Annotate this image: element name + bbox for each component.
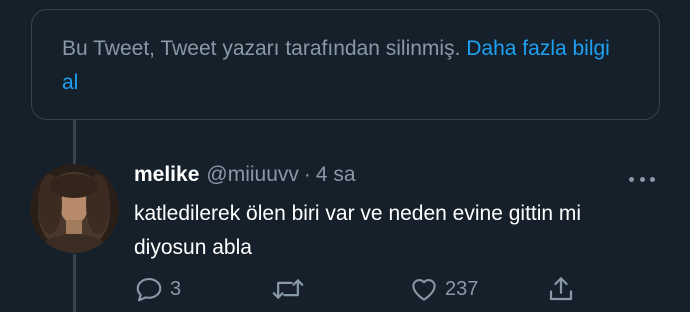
like-count: 237 xyxy=(445,277,479,300)
retweet-icon xyxy=(272,279,304,299)
deleted-tweet-notice: Bu Tweet, Tweet yazarı tarafından silinm… xyxy=(31,9,660,120)
heart-icon xyxy=(412,279,436,301)
like-button[interactable]: 237 xyxy=(409,272,478,306)
share-button[interactable] xyxy=(546,272,576,306)
tweet-thread: Bu Tweet, Tweet yazarı tarafından silinm… xyxy=(0,0,690,312)
more-dots-icon[interactable] xyxy=(626,170,658,188)
reply-count: 3 xyxy=(170,277,182,300)
retweet-button[interactable] xyxy=(272,272,304,306)
profile-photo xyxy=(30,164,119,253)
reply-button[interactable]: 3 xyxy=(134,272,181,306)
reply-icon xyxy=(136,277,162,302)
tweet-text: katledilerek ölen biri var ve neden evin… xyxy=(134,202,582,259)
deleted-notice-text: Bu Tweet, Tweet yazarı tarafından silinm… xyxy=(62,37,461,60)
thread-connector-top xyxy=(73,120,76,164)
timestamp[interactable]: 4 sa xyxy=(316,163,356,187)
avatar[interactable] xyxy=(30,164,119,253)
separator-dot: · xyxy=(303,163,311,186)
share-icon xyxy=(549,277,573,301)
user-handle[interactable]: @miiuuvv xyxy=(206,163,299,187)
display-name[interactable]: melike xyxy=(134,163,199,187)
tweet-header: melike @miiuuvv · 4 sa xyxy=(134,163,356,193)
tweet-actions: 3 237 xyxy=(0,272,690,306)
